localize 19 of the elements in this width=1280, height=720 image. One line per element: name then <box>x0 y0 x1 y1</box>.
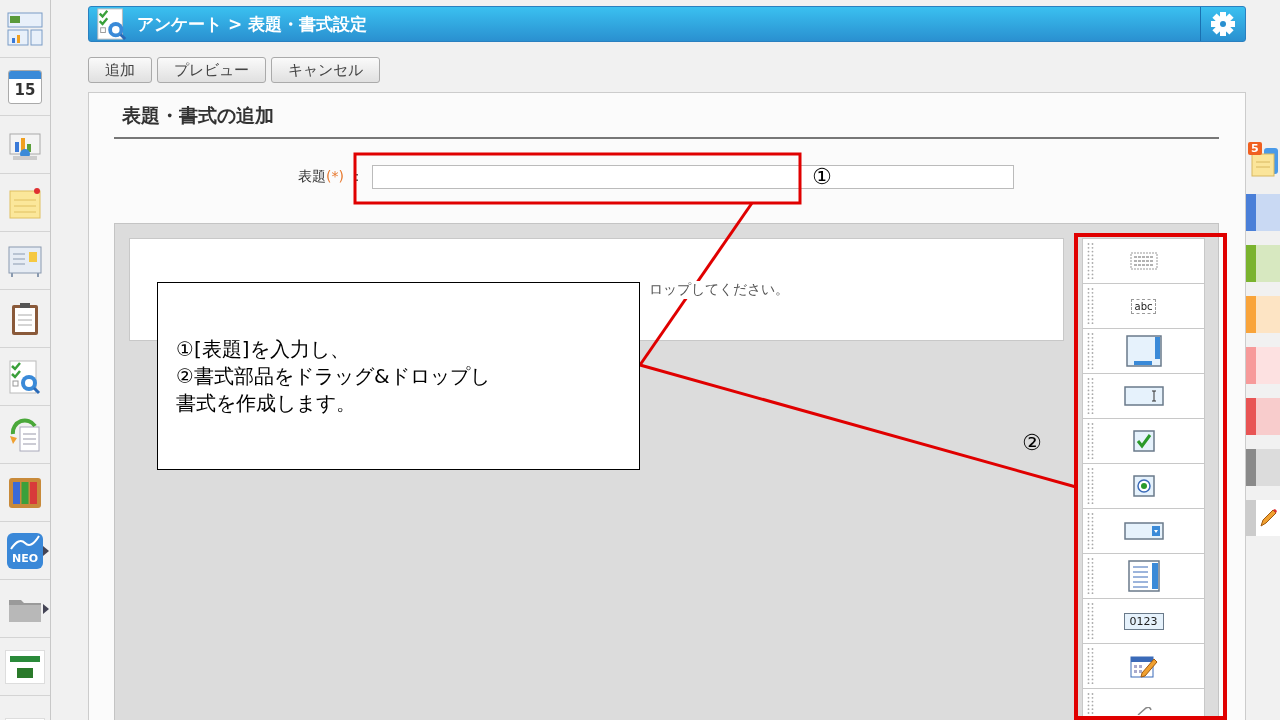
calendar-icon: 15 <box>8 69 42 104</box>
page-title: アンケート > 表題・書式設定 <box>137 12 369 36</box>
neo-icon: NEO <box>7 532 43 569</box>
section-title: 表題・書式の追加 <box>114 93 1219 139</box>
callout-text: 書式を作成します。 <box>176 389 356 417</box>
toolbar-button[interactable]: キャンセル <box>271 57 380 83</box>
palette-item[interactable]: abc <box>1082 284 1205 329</box>
palette-item[interactable]: 0123 <box>1082 599 1205 644</box>
field-label: 表題(*) <box>297 168 344 186</box>
step-number: ① <box>812 166 832 188</box>
label-colon: ： <box>350 168 364 186</box>
count-badge: 5 <box>1248 142 1262 155</box>
step-number: ② <box>1022 432 1042 454</box>
number-field-icon: 0123 <box>1123 612 1164 630</box>
callout-text: ①[表題]を入力し、 <box>176 335 350 363</box>
toolbar-button[interactable]: 追加 <box>88 57 152 83</box>
toolbar-button[interactable]: プレビュー <box>157 57 266 83</box>
label-icon: abc <box>1130 298 1157 314</box>
callout-text: ②書式部品をドラッグ&ドロップし <box>176 362 490 390</box>
